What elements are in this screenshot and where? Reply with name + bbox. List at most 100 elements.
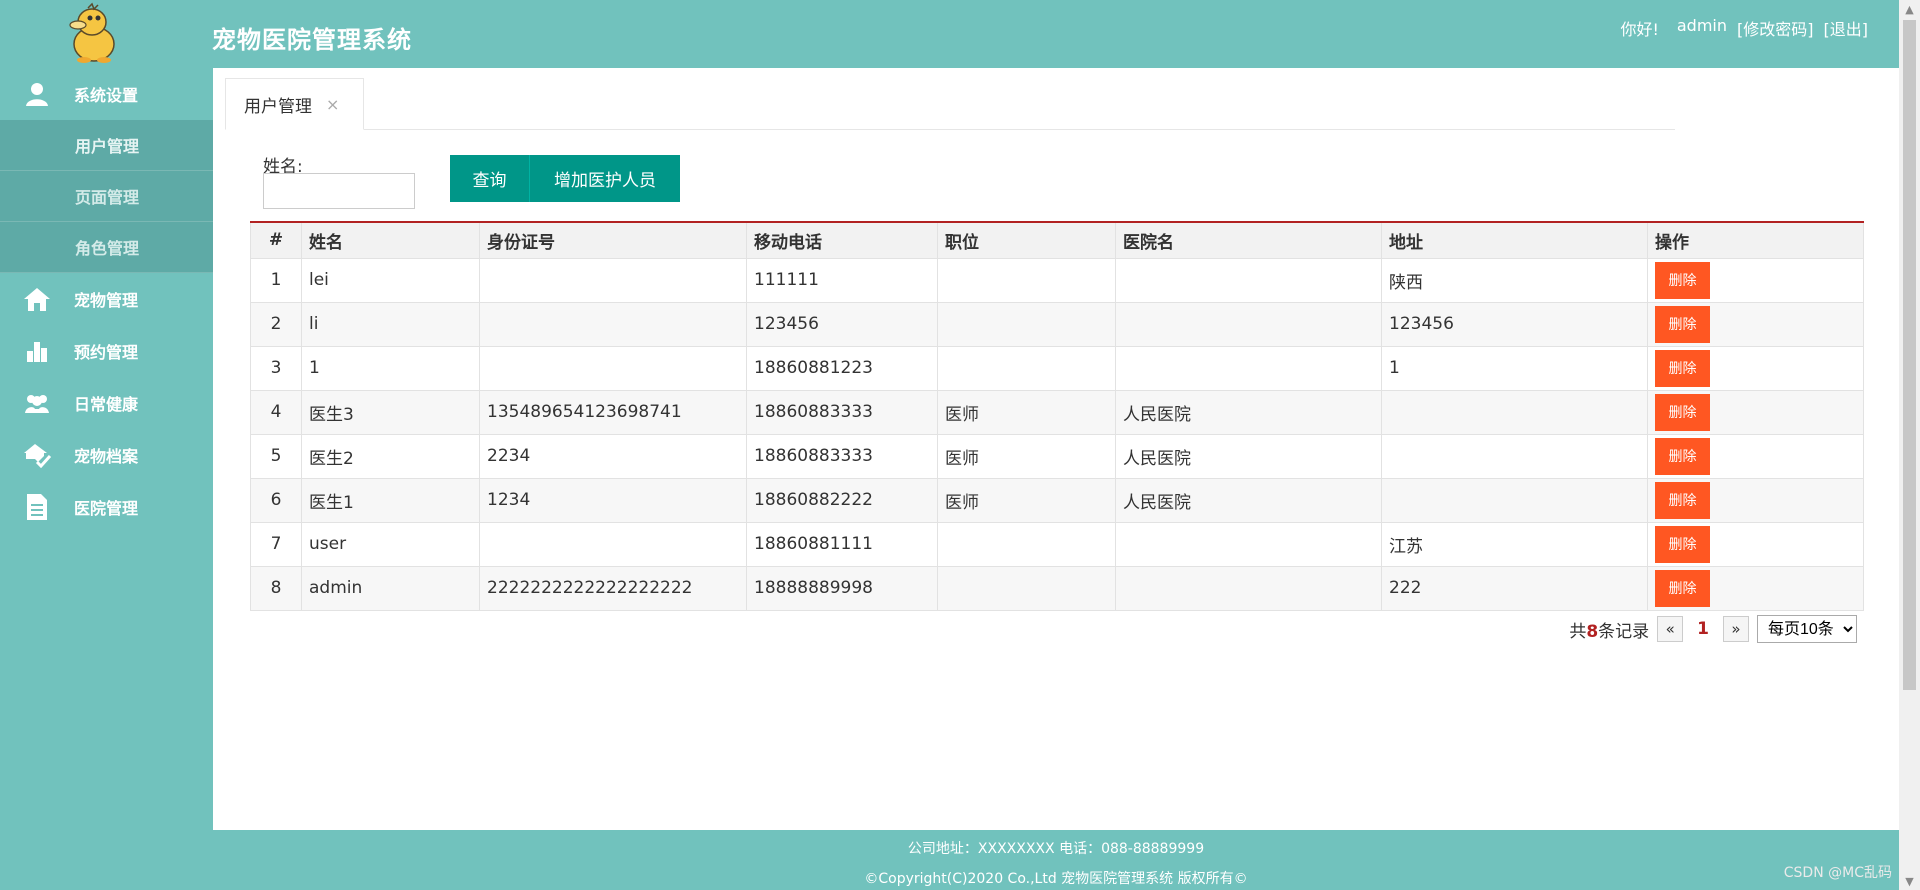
delete-button[interactable]: 删除	[1655, 305, 1710, 343]
scrollbar[interactable]: ▲ ▼	[1899, 0, 1920, 890]
menu-label: 宠物档案	[74, 447, 139, 466]
cell-name: 医生3	[301, 389, 480, 435]
cell-idx: 4	[250, 389, 302, 435]
table-row: 4 医生3 135489654123698741 18860883333 医师 人民医院 删…	[250, 389, 1864, 435]
cell-id-card: 2234	[479, 433, 747, 479]
cell-address	[1381, 477, 1648, 523]
cell-id-card: 1234	[479, 477, 747, 523]
cell-actions: 删除	[1647, 521, 1864, 567]
cell-phone: 18888889998	[746, 565, 938, 611]
footer: 公司地址：XXXXXXXX 电话：088-88889999 ©Copyright…	[213, 830, 1899, 890]
footer-copyright: ©Copyright(C)2020 Co.,Ltd 宠物医院管理系统 版权所有©	[864, 871, 1248, 887]
cell-position	[937, 521, 1116, 567]
pagination: 共8条记录 « 1 » 每页10条	[1569, 615, 1857, 643]
cell-position: 医师	[937, 433, 1116, 479]
top-header: 宠物医院管理系统 你好! admin [修改密码] [退出]	[0, 0, 1920, 68]
cell-hospital	[1115, 257, 1382, 303]
menu-pet-records[interactable]: 宠物档案	[0, 429, 213, 481]
scroll-up-icon[interactable]: ▲	[1899, 0, 1920, 18]
delete-button[interactable]: 删除	[1655, 349, 1710, 387]
delete-button[interactable]: 删除	[1655, 393, 1710, 431]
cell-actions: 删除	[1647, 433, 1864, 479]
tab-label: 用户管理	[244, 96, 312, 117]
footer-address: 公司地址：XXXXXXXX 电话：088-88889999	[907, 841, 1205, 857]
cell-phone: 18860883333	[746, 433, 938, 479]
logout-link[interactable]: [退出]	[1824, 16, 1869, 40]
tab-user-management[interactable]: 用户管理 ×	[225, 78, 364, 130]
menu-label: 预约管理	[74, 343, 139, 362]
delete-button[interactable]: 删除	[1655, 261, 1710, 299]
cell-name: admin	[301, 565, 480, 611]
sidebar-item-role-management[interactable]: 角色管理	[0, 222, 213, 273]
next-page-button[interactable]: »	[1723, 616, 1749, 642]
cell-hospital: 人民医院	[1115, 433, 1382, 479]
column-header: 姓名	[301, 221, 480, 259]
cell-name: user	[301, 521, 480, 567]
prev-page-button[interactable]: «	[1657, 616, 1684, 642]
cell-position	[937, 345, 1116, 391]
delete-button[interactable]: 删除	[1655, 569, 1710, 607]
menu-label: 系统设置	[74, 86, 139, 105]
cell-phone: 18860881111	[746, 521, 938, 567]
table-row: 6 医生1 1234 18860882222 医师 人民医院 删除	[250, 477, 1864, 523]
user-area: 你好! admin [修改密码] [退出]	[1620, 16, 1868, 40]
cell-name: lei	[301, 257, 480, 303]
column-header: 身份证号	[479, 221, 747, 259]
menu-hospital-management[interactable]: 医院管理	[0, 481, 213, 533]
cell-idx: 6	[250, 477, 302, 523]
menu-system-settings[interactable]: 系统设置	[0, 68, 213, 120]
cell-idx: 5	[250, 433, 302, 479]
house-check-icon	[22, 440, 52, 470]
menu-pet-management[interactable]: 宠物管理	[0, 273, 213, 325]
cell-idx: 7	[250, 521, 302, 567]
cell-idx: 3	[250, 345, 302, 391]
cell-position	[937, 301, 1116, 347]
current-page[interactable]: 1	[1691, 619, 1715, 639]
menu-daily-health[interactable]: 日常健康	[0, 377, 213, 429]
close-icon[interactable]: ×	[326, 95, 339, 114]
cell-actions: 删除	[1647, 565, 1864, 611]
bar-chart-icon	[22, 336, 52, 366]
delete-button[interactable]: 删除	[1655, 481, 1710, 519]
name-search-input[interactable]	[263, 173, 415, 209]
scroll-thumb[interactable]	[1903, 20, 1916, 690]
cell-hospital	[1115, 345, 1382, 391]
cell-actions: 删除	[1647, 477, 1864, 523]
sidebar-item-page-management[interactable]: 页面管理	[0, 171, 213, 222]
table-row: 5 医生2 2234 18860883333 医师 人民医院 删除	[250, 433, 1864, 479]
cell-position	[937, 565, 1116, 611]
table-row: 2 li 123456 123456 删除	[250, 301, 1864, 347]
cell-idx: 8	[250, 565, 302, 611]
cell-address: 123456	[1381, 301, 1648, 347]
menu-appointment-management[interactable]: 预约管理	[0, 325, 213, 377]
cell-phone: 123456	[746, 301, 938, 347]
cell-phone: 18860882222	[746, 477, 938, 523]
add-medical-staff-button[interactable]: 增加医护人员	[530, 155, 680, 202]
delete-button[interactable]: 删除	[1655, 437, 1710, 475]
menu-label: 医院管理	[74, 499, 139, 518]
cell-address: 江苏	[1381, 521, 1648, 567]
scroll-down-icon[interactable]: ▼	[1899, 872, 1920, 890]
sidebar-item-user-management[interactable]: 用户管理	[0, 120, 213, 171]
watermark: CSDN @MC乱码	[1783, 865, 1892, 881]
change-password-link[interactable]: [修改密码]	[1737, 16, 1814, 40]
cell-position	[937, 257, 1116, 303]
record-count: 共8条记录	[1569, 621, 1650, 642]
query-button[interactable]: 查询	[450, 155, 530, 202]
cell-phone: 18860881223	[746, 345, 938, 391]
cell-address: 222	[1381, 565, 1648, 611]
delete-button[interactable]: 删除	[1655, 525, 1710, 563]
column-header: 地址	[1381, 221, 1648, 259]
table-row: 7 user 18860881111 江苏 删除	[250, 521, 1864, 567]
cell-name: 医生1	[301, 477, 480, 523]
cell-hospital	[1115, 301, 1382, 347]
greeting-text: 你好!	[1620, 20, 1659, 39]
page-size-select[interactable]: 每页10条	[1757, 615, 1857, 643]
cell-hospital	[1115, 565, 1382, 611]
user-table: # 姓名 身份证号 移动电话 职位 医院名 地址 操作 1 lei 111111 陕西…	[250, 221, 1864, 611]
cell-actions: 删除	[1647, 257, 1864, 303]
table-row: 8 admin 2222222222222222222 18888889998 222 删…	[250, 565, 1864, 611]
cell-phone: 18860883333	[746, 389, 938, 435]
group-icon	[22, 388, 52, 418]
cell-idx: 2	[250, 301, 302, 347]
